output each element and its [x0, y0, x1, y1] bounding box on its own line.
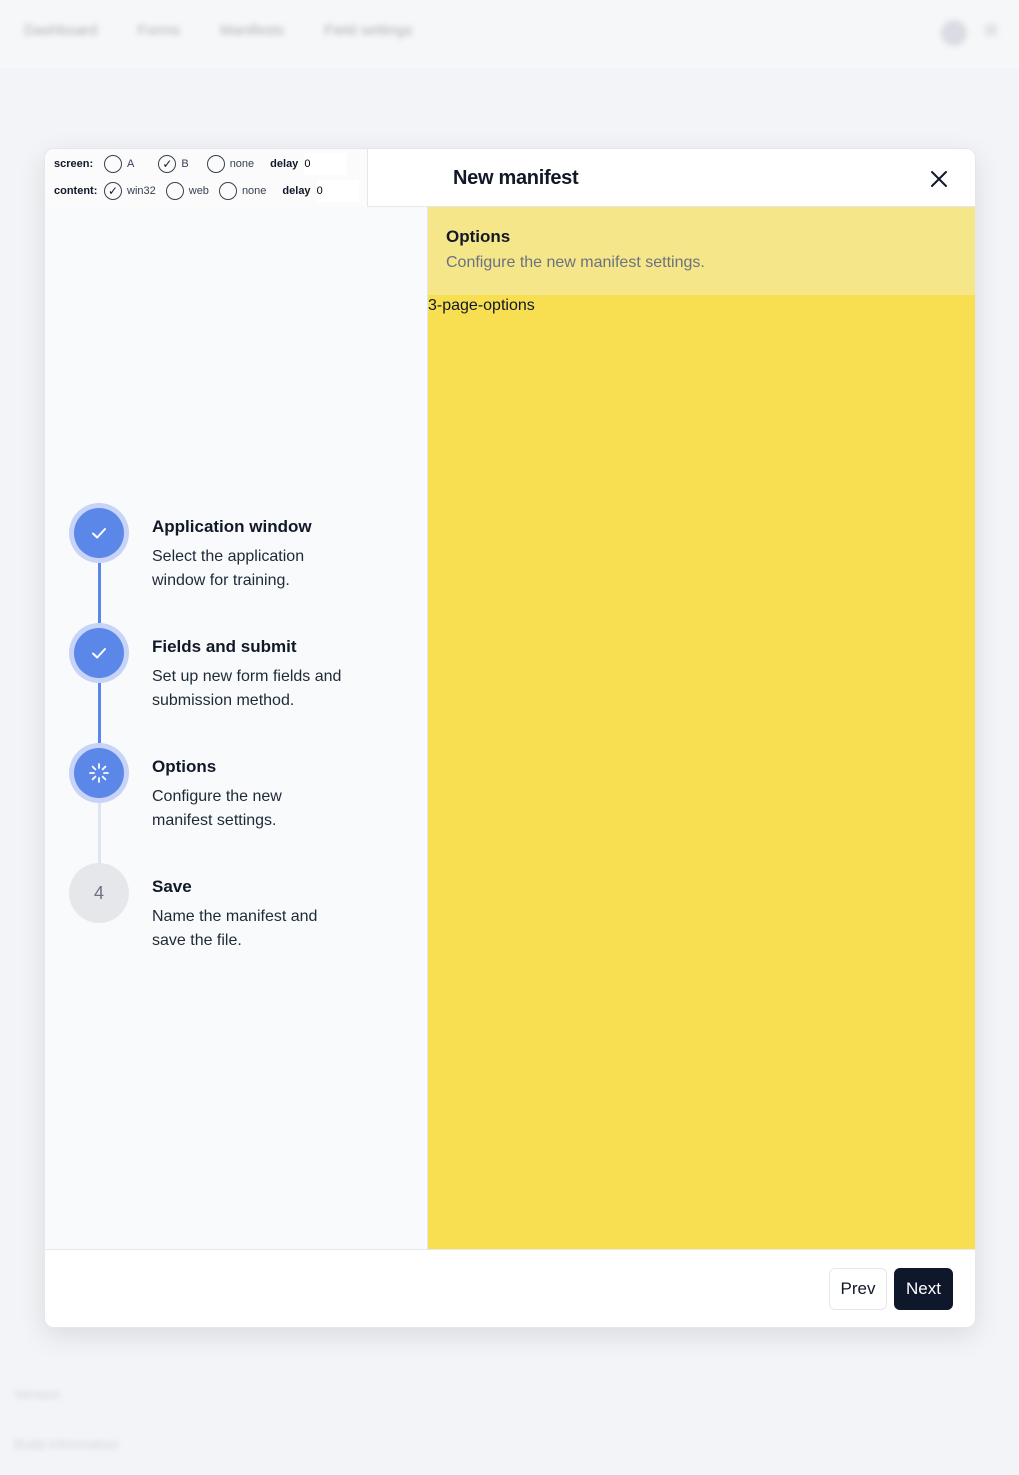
background-nav-item: Forms — [137, 22, 180, 39]
background-footer-text: Build information — [14, 1436, 119, 1452]
screen-option-none[interactable]: none — [206, 155, 254, 173]
background-nav-item: Field settings — [324, 22, 413, 39]
content-delay-label: delay — [282, 185, 311, 197]
step-indicator-complete — [69, 623, 129, 683]
debug-content-row: content: ✓ win32 web none delay — [54, 180, 359, 202]
stepper-pane: Application window Select the applicatio… — [45, 207, 428, 1249]
step-description: Select the application window for traini… — [152, 548, 305, 589]
screen-radio-group: A ✓ B none — [104, 155, 264, 173]
check-icon — [92, 528, 106, 539]
content-option-win32[interactable]: ✓ win32 — [104, 182, 156, 200]
screen-delay-label: delay — [270, 158, 299, 170]
step-title: Save — [152, 877, 192, 896]
loading-icon — [89, 763, 109, 783]
content-subtitle: Configure the new manifest settings. — [446, 254, 705, 271]
radio-unchecked-icon[interactable] — [206, 155, 225, 173]
dialog-title: New manifest — [453, 167, 579, 189]
screen-option-b[interactable]: ✓ B — [158, 155, 189, 173]
content-option-none[interactable]: none — [218, 182, 266, 200]
background-avatar — [941, 20, 967, 46]
background-app-header: Dashboard Forms Manifests Field settings — [0, 0, 1019, 68]
content-title: Options — [446, 227, 511, 246]
background-footer-text: Version — [14, 1386, 61, 1402]
background-nav-item: Dashboard — [24, 22, 98, 39]
content-option-web[interactable]: web — [165, 182, 209, 200]
content-delay-input[interactable] — [316, 180, 359, 202]
background-nav-item: Manifests — [219, 22, 285, 39]
step-title: Options — [152, 757, 217, 776]
step-description: Configure the new manifest settings. — [152, 788, 282, 829]
next-button[interactable]: Next — [894, 1268, 953, 1310]
close-icon[interactable] — [927, 167, 951, 191]
close-button[interactable] — [927, 167, 951, 191]
page-placeholder-label: 3-page-options — [428, 297, 535, 314]
step-application-window[interactable]: Application window Select the applicatio… — [69, 503, 409, 623]
content-header: Options Configure the new manifest setti… — [428, 207, 975, 295]
step-indicator-pending: 4 — [69, 863, 129, 923]
dialog-header: screen: A ✓ B none delay 0 content: ✓ wi… — [45, 149, 975, 207]
step-number: 4 — [93, 882, 104, 903]
radio-unchecked-icon[interactable] — [165, 182, 184, 200]
background-nav: Dashboard Forms Manifests Field settings — [24, 22, 412, 39]
radio-checked-icon[interactable]: ✓ — [104, 182, 122, 200]
step-title: Application window — [152, 517, 312, 536]
check-icon — [92, 648, 106, 659]
step-fields-and-submit[interactable]: Fields and submit Set up new form fields… — [69, 623, 409, 743]
debug-screen-row: screen: A ✓ B none delay — [54, 153, 347, 175]
debug-screen-label: screen: — [54, 158, 94, 170]
new-manifest-dialog: screen: A ✓ B none delay 0 content: ✓ wi… — [44, 148, 976, 1328]
debug-panel: screen: A ✓ B none delay 0 content: ✓ wi… — [45, 149, 368, 207]
step-description: Set up new form fields and submission me… — [152, 668, 342, 709]
radio-unchecked-icon[interactable] — [104, 155, 122, 173]
dialog-footer: Prev Next — [45, 1249, 975, 1327]
background-chevron-icon — [985, 24, 997, 36]
step-content-pane: Options Configure the new manifest setti… — [428, 207, 975, 1249]
step-description: Name the manifest and save the file. — [152, 908, 318, 949]
screen-delay-input[interactable] — [304, 153, 347, 175]
prev-button[interactable]: Prev — [829, 1268, 887, 1310]
step-save[interactable]: 4 Save Name the manifest and save the fi… — [69, 863, 409, 983]
radio-checked-icon[interactable]: ✓ — [158, 155, 177, 173]
screen-option-a[interactable]: A — [104, 155, 134, 173]
debug-content-label: content: — [54, 185, 98, 197]
step-connector — [98, 683, 101, 743]
content-radio-group: ✓ win32 web none — [104, 182, 276, 200]
radio-unchecked-icon[interactable] — [218, 182, 237, 200]
step-connector — [98, 563, 101, 623]
step-options[interactable]: Options Configure the new manifest setti… — [69, 743, 409, 863]
step-indicator-complete — [69, 503, 129, 563]
step-title: Fields and submit — [152, 637, 297, 656]
step-connector — [98, 803, 101, 863]
step-indicator-active — [69, 743, 129, 803]
